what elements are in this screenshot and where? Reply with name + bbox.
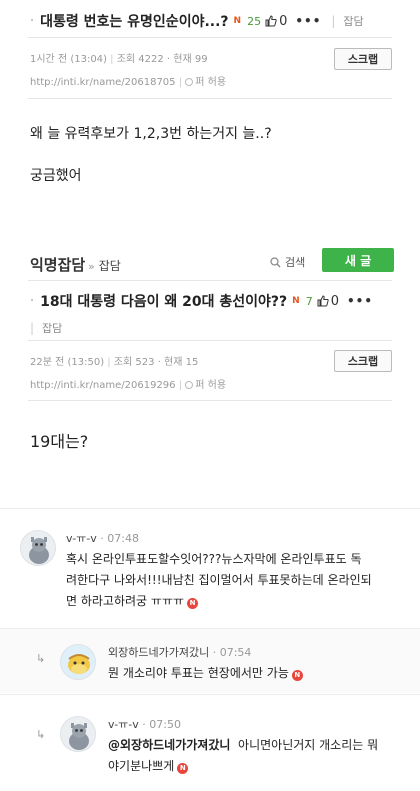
- breadcrumb-item[interactable]: 잡담: [99, 259, 121, 273]
- like-count: 0: [279, 13, 288, 29]
- board-bar: 익명잡담 » 잡담 검색 새 글: [0, 248, 420, 278]
- more-icon[interactable]: •••: [295, 14, 321, 28]
- new-post-button[interactable]: 새 글: [322, 248, 394, 272]
- post-body-line: 왜 늘 유력후보가 1,2,3번 하는거지 늘..?: [30, 126, 272, 142]
- post-title[interactable]: 대통령 번호는 유명인순이야...?: [40, 11, 228, 31]
- n-badge: N: [177, 763, 189, 774]
- avatar-image: [29, 537, 49, 564]
- post-time: 22분 전 (13:50): [30, 357, 105, 368]
- post1-header: · 대통령 번호는 유명인순이야...? N 25 0 ••• | 잡담: [0, 8, 420, 34]
- new-badge: N: [233, 16, 242, 26]
- divider-line: [28, 280, 392, 281]
- reply-arrow-icon: ↳: [36, 652, 46, 665]
- post-body-line: 19대는?: [30, 432, 89, 451]
- comment-author: 외장하드네가가져갔니 · 07:54: [108, 646, 252, 659]
- comment-line: 면 하라고하려궁 ㅠㅠㅠ: [66, 594, 185, 608]
- avatar[interactable]: [20, 530, 56, 566]
- search-button[interactable]: 검색: [270, 254, 305, 270]
- comment-author: v-ㅠ-v · 07:48: [66, 532, 139, 545]
- author-name[interactable]: v-ㅠ-v: [108, 718, 139, 731]
- post2-board-row: | 잡담: [30, 320, 62, 336]
- author-name[interactable]: 외장하드네가가져갔니: [108, 646, 209, 659]
- comment-count[interactable]: 25: [247, 15, 261, 28]
- n-badge: N: [291, 670, 303, 681]
- avatar[interactable]: [60, 716, 96, 752]
- n-badge: N: [187, 598, 199, 609]
- search-icon: [270, 256, 281, 267]
- license-icon: [185, 78, 194, 86]
- post2-header: · 18대 대통령 다음이 왜 20대 총선이야?? N 7 0 •••: [0, 288, 420, 314]
- divider: |: [331, 14, 336, 28]
- board-name[interactable]: 익명잡담: [30, 254, 85, 275]
- thumbs-up-icon[interactable]: [265, 15, 277, 27]
- post-time: 1시간 전 (13:04): [30, 54, 107, 65]
- thumbs-up-icon[interactable]: [317, 295, 329, 307]
- board-tag[interactable]: 잡담: [42, 322, 62, 335]
- divider: |: [30, 321, 35, 335]
- post2-url-row: http://inti.kr/name/20619296 퍼 허용: [30, 376, 226, 391]
- comment-text: @외장하드네가가져갔니 아니면아닌거지 개소리는 뭐 야기분나쁘게 N: [108, 735, 378, 777]
- new-badge: N: [292, 296, 300, 306]
- comment-line: 아니면아닌거지 개소리는 뭐: [230, 738, 379, 752]
- post-views: 조회 4222 · 현재 99: [107, 54, 208, 65]
- more-icon[interactable]: •••: [347, 294, 373, 308]
- avatar-image: [69, 723, 89, 750]
- board-tag[interactable]: 잡담: [343, 13, 363, 29]
- breadcrumb-separator: »: [88, 260, 95, 273]
- comment-author: v-ㅠ-v · 07:50: [108, 718, 181, 731]
- divider-line: [28, 98, 392, 99]
- comment-time: 07:54: [219, 646, 252, 659]
- search-label: 검색: [285, 256, 306, 269]
- license-text: 퍼 허용: [195, 77, 227, 88]
- reply-arrow-icon: ↳: [36, 728, 46, 741]
- scrap-button[interactable]: 스크랩: [334, 48, 392, 70]
- license-icon: [185, 381, 194, 389]
- comment-time: 07:50: [149, 718, 181, 731]
- post-url[interactable]: http://inti.kr/name/20618705: [30, 77, 176, 88]
- like-count: 0: [330, 293, 339, 309]
- comment-line: 려한다구 나와서!!!내남친 집이멀어서 투표못하는데 온라인되: [66, 573, 372, 587]
- comment-line: 야기분나쁘게: [108, 759, 175, 773]
- comment-count[interactable]: 7: [306, 295, 313, 308]
- divider-line: [28, 340, 392, 341]
- comment-time: 07:48: [107, 532, 139, 545]
- license-text: 퍼 허용: [195, 380, 227, 391]
- post1-url-row: http://inti.kr/name/20618705 퍼 허용: [30, 73, 226, 88]
- scrap-button[interactable]: 스크랩: [334, 350, 392, 372]
- divider-line: [0, 694, 420, 695]
- divider-line: [0, 508, 420, 509]
- post-title[interactable]: 18대 대통령 다음이 왜 20대 총선이야??: [40, 291, 287, 311]
- comment-line: 뭔 개소리야 투표는 현장에서만 가능: [108, 666, 289, 680]
- comment-line: 혹시 온라인투표도할수잇어???뉴스자막에 온라인투표도 독: [66, 552, 362, 566]
- post1-title-row: · 대통령 번호는 유명인순이야...? N 25 0 ••• | 잡담: [0, 8, 420, 34]
- post-views: 조회 523 · 현재 15: [104, 357, 198, 368]
- post2-title-row: · 18대 대통령 다음이 왜 20대 총선이야?? N 7 0 •••: [0, 288, 420, 314]
- post-body-line: 궁금했어: [30, 168, 82, 184]
- avatar[interactable]: [60, 644, 96, 680]
- breadcrumb: » 잡담: [88, 257, 121, 274]
- post1-meta: 1시간 전 (13:04)조회 4222 · 현재 99: [30, 50, 208, 65]
- divider-line: [28, 37, 392, 38]
- divider-line: [28, 400, 392, 401]
- post-url[interactable]: http://inti.kr/name/20619296: [30, 380, 176, 391]
- comment-text: 혹시 온라인투표도할수잇어???뉴스자막에 온라인투표도 독 려한다구 나와서!…: [66, 549, 372, 612]
- title-bullet: ·: [30, 13, 35, 29]
- title-bullet: ·: [30, 293, 35, 309]
- mention-link[interactable]: @외장하드네가가져갔니: [108, 738, 230, 752]
- post2-meta: 22분 전 (13:50)조회 523 · 현재 15: [30, 353, 198, 368]
- comment-text: 뭔 개소리야 투표는 현장에서만 가능 N: [108, 663, 303, 684]
- author-name[interactable]: v-ㅠ-v: [66, 532, 97, 545]
